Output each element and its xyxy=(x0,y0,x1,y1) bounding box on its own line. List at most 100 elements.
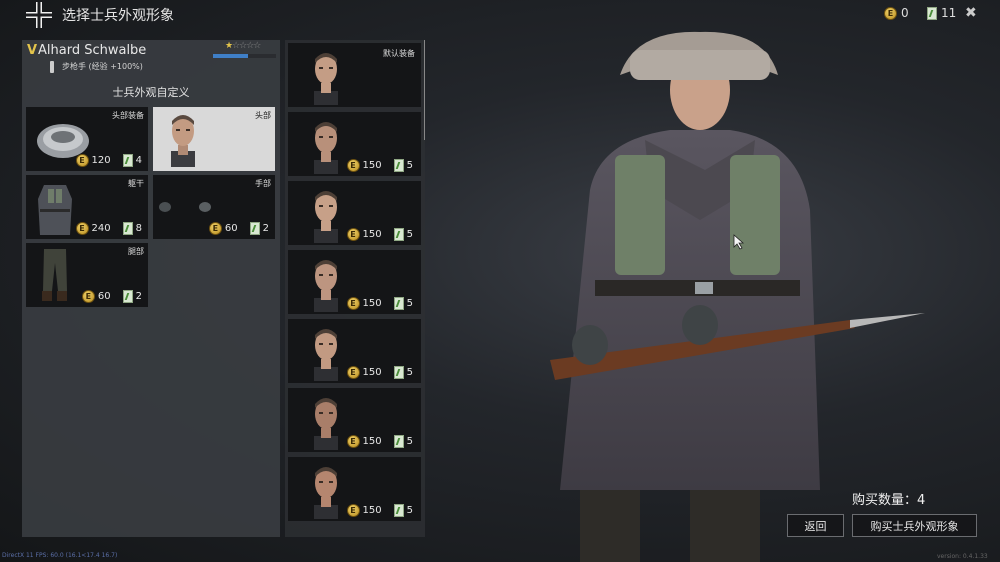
head-portrait xyxy=(314,191,338,243)
slot-tickets: 2 xyxy=(135,291,142,302)
slot-price: E 60 2 xyxy=(208,222,269,235)
mouse-cursor-icon xyxy=(733,234,745,250)
silver-coin-icon: E xyxy=(208,222,222,235)
ticket-icon xyxy=(393,435,404,448)
slot-tickets: 4 xyxy=(135,155,142,166)
silver-coin-icon: E xyxy=(75,222,89,235)
head-portrait xyxy=(314,260,338,312)
silver-coin-icon: E xyxy=(81,290,95,303)
back-button[interactable]: 返回 xyxy=(787,514,844,537)
head-option-price: E 150 5 xyxy=(346,366,413,379)
star-empty-icons: ☆☆☆☆ xyxy=(232,41,261,51)
slot-cost: 240 xyxy=(91,223,111,234)
ticket-icon xyxy=(122,290,133,303)
silver-coin-icon: E xyxy=(346,159,360,172)
head-option-tickets: 5 xyxy=(406,229,413,240)
ticket-counter: 11 xyxy=(927,6,956,20)
soldier-class: 步枪手 (经验 +100%) xyxy=(62,62,143,71)
ticket-icon xyxy=(393,297,404,310)
silver-counter: E 0 xyxy=(884,6,909,20)
purchase-quantity: 购买数量：4 xyxy=(852,493,926,508)
silver-coin-icon: E xyxy=(346,435,360,448)
silver-coin-icon: E xyxy=(75,154,89,167)
silver-coin-icon: E xyxy=(346,297,360,310)
soldier-name: Alhard Schwalbe xyxy=(38,43,147,58)
head-option-tickets: 5 xyxy=(406,436,413,447)
silver-coin-icon: E xyxy=(346,366,360,379)
slot-tickets: 8 xyxy=(135,223,142,234)
silver-coin-icon: E xyxy=(346,228,360,241)
close-icon[interactable]: ✖ xyxy=(965,5,977,21)
slot-head[interactable]: 头部 xyxy=(153,107,275,171)
head-option[interactable]: E 150 5 xyxy=(288,457,421,521)
ticket-icon xyxy=(122,154,133,167)
ticket-icon xyxy=(393,159,404,172)
ticket-amount: 11 xyxy=(941,6,957,20)
head-option[interactable]: E 150 5 xyxy=(288,112,421,176)
head-option-price: E 150 5 xyxy=(346,435,413,448)
version-label: version: 0.4.1.33 xyxy=(937,553,988,560)
head-option-cost: 150 xyxy=(362,298,382,309)
customize-title: 士兵外观自定义 xyxy=(112,86,190,99)
slot-cost: 60 xyxy=(97,291,111,302)
head-portrait xyxy=(171,115,195,167)
head-option-tickets: 5 xyxy=(406,367,413,378)
soldier-panel: V Alhard Schwalbe ★☆☆☆☆ 步枪手 (经验 +100%) 士… xyxy=(22,40,280,537)
head-option-price: E 150 5 xyxy=(346,159,413,172)
rank-badge: V xyxy=(27,43,38,58)
rifleman-icon xyxy=(50,61,54,73)
slot-label: 手部 xyxy=(255,179,271,188)
head-option-tickets: 5 xyxy=(406,298,413,309)
head-option-cost: 150 xyxy=(362,160,382,171)
head-option-price: E 150 5 xyxy=(346,504,413,517)
head-portrait xyxy=(314,398,338,450)
ticket-icon xyxy=(927,6,937,20)
head-option[interactable]: E 150 5 xyxy=(288,250,421,314)
head-option-cost: 150 xyxy=(362,229,382,240)
slot-cost: 60 xyxy=(224,223,238,234)
slot-torso[interactable]: 躯干 E 240 8 xyxy=(26,175,148,239)
silver-coin-icon: E xyxy=(346,504,360,517)
head-option-price: E 150 5 xyxy=(346,297,413,310)
slot-label: 腿部 xyxy=(128,247,144,256)
xp-bar xyxy=(213,54,276,58)
slot-tickets: 2 xyxy=(262,223,269,234)
head-option-cost: 150 xyxy=(362,367,382,378)
slot-legs[interactable]: 腿部 E 60 2 xyxy=(26,243,148,307)
slot-price: E 60 2 xyxy=(81,290,142,303)
gloves-icon xyxy=(159,202,211,212)
head-portrait xyxy=(314,122,338,174)
head-option-label: 默认装备 xyxy=(383,49,415,58)
ticket-icon xyxy=(249,222,260,235)
slot-label: 头部 xyxy=(255,111,271,120)
head-portrait xyxy=(314,467,338,519)
slot-price: E 240 8 xyxy=(75,222,142,235)
trousers-icon xyxy=(42,249,67,301)
slot-price: E 120 4 xyxy=(75,154,142,167)
slot-headgear[interactable]: 头部装备 E 120 4 xyxy=(26,107,148,171)
head-option[interactable]: E 150 5 xyxy=(288,181,421,245)
head-option-price: E 150 5 xyxy=(346,228,413,241)
soldier-stars: ★☆☆☆☆ xyxy=(225,41,261,51)
head-option[interactable]: 默认装备 xyxy=(288,43,421,107)
page-title: 选择士兵外观形象 xyxy=(62,8,174,24)
fps-debug: DirectX 11 FPS: 60.0 (16.1<17.4 16.7) xyxy=(2,552,118,559)
buy-appearance-button[interactable]: 购买士兵外观形象 xyxy=(852,514,977,537)
scrollbar[interactable] xyxy=(424,40,425,140)
head-option-tickets: 5 xyxy=(406,505,413,516)
silver-amount: 0 xyxy=(901,6,909,20)
slot-cost: 120 xyxy=(91,155,111,166)
ticket-icon xyxy=(393,504,404,517)
coat-icon xyxy=(38,185,72,235)
ticket-icon xyxy=(122,222,133,235)
slot-hands[interactable]: 手部 E 60 2 xyxy=(153,175,275,239)
head-portrait xyxy=(314,329,338,381)
slot-label: 躯干 xyxy=(128,179,144,188)
head-options-list[interactable]: 默认装备 E 150 5 E 150 5 E 150 5 E 150 5 E 1… xyxy=(285,40,425,537)
head-option[interactable]: E 150 5 xyxy=(288,388,421,452)
soldier-model xyxy=(550,31,925,562)
head-option[interactable]: E 150 5 xyxy=(288,319,421,383)
iron-cross-icon xyxy=(26,2,52,28)
head-option-cost: 150 xyxy=(362,505,382,516)
xp-bar-fill xyxy=(213,54,248,58)
